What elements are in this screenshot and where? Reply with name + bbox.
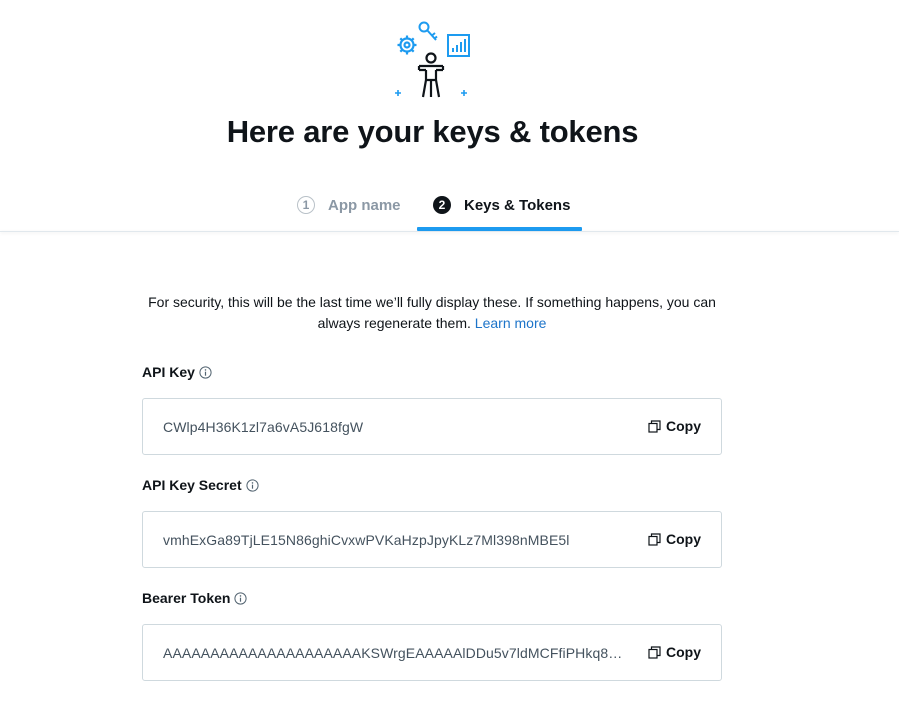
api-key-value: CWlp4H36K1zl7a6vA5J618fgW [163, 418, 364, 435]
copy-api-key-secret-button[interactable]: Copy [648, 531, 701, 547]
header: Here are your keys & tokens 1 App name 2… [0, 0, 899, 232]
security-note-text: For security, this will be the last time… [148, 294, 716, 331]
header-divider [0, 231, 899, 232]
page-title: Here are your keys & tokens [226, 114, 639, 149]
api-key-field: CWlp4H36K1zl7a6vA5J618fgW Copy [142, 398, 722, 455]
info-icon[interactable] [246, 478, 259, 492]
copy-icon [648, 419, 661, 433]
step-number: 1 [297, 196, 315, 214]
api-key-secret-label: API Key Secret [142, 477, 259, 493]
security-note: For security, this will be the last time… [142, 292, 722, 334]
copy-label: Copy [666, 644, 701, 660]
copy-icon [648, 645, 661, 659]
developer-illustration-icon [395, 21, 470, 98]
step-app-name[interactable]: 1 App name [297, 194, 401, 216]
copy-bearer-token-button[interactable]: Copy [648, 644, 701, 660]
field-label-text: Bearer Token [142, 590, 231, 606]
step-number: 2 [433, 196, 451, 214]
stepper: 1 App name 2 Keys & Tokens [0, 176, 899, 232]
api-key-label: API Key [142, 364, 212, 380]
step-label: App name [328, 196, 401, 214]
step-label: Keys & Tokens [464, 196, 571, 214]
bearer-token-label: Bearer Token [142, 590, 248, 606]
field-label-text: API Key [142, 364, 195, 380]
step-keys-and-tokens[interactable]: 2 Keys & Tokens [433, 194, 570, 216]
bearer-token-field: AAAAAAAAAAAAAAAAAAAAAKSWrgEAAAAAlDDu5v7l… [142, 624, 722, 681]
api-key-secret-field: vmhExGa89TjLE15N86ghiCvxwPVKaHzpJpyKLz7M… [142, 511, 722, 568]
api-key-secret-value: vmhExGa89TjLE15N86ghiCvxwPVKaHzpJpyKLz7M… [163, 531, 570, 548]
info-icon[interactable] [234, 591, 248, 605]
info-icon[interactable] [199, 365, 212, 379]
copy-api-key-button[interactable]: Copy [648, 418, 701, 434]
learn-more-link[interactable]: Learn more [475, 315, 547, 331]
copy-label: Copy [666, 418, 701, 434]
copy-icon [648, 532, 661, 546]
field-label-text: API Key Secret [142, 477, 242, 493]
bearer-token-value: AAAAAAAAAAAAAAAAAAAAAKSWrgEAAAAAlDDu5v7l… [163, 644, 623, 661]
copy-label: Copy [666, 531, 701, 547]
